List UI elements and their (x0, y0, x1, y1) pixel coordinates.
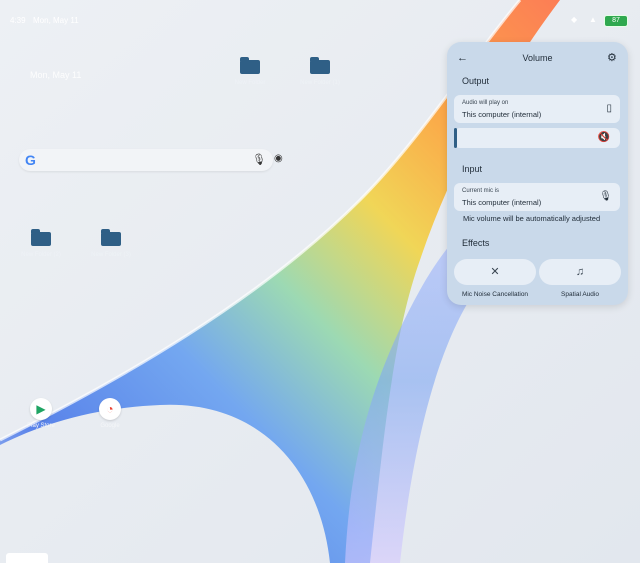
output-caption: Audio will play on (462, 100, 509, 106)
mic-note: Mic volume will be automatically adjuste… (463, 214, 601, 223)
search-bar[interactable]: G 🎙 ◉ (19, 149, 283, 171)
lens-icon[interactable]: ◉ (274, 153, 283, 164)
folder-icon (240, 57, 260, 74)
mic-icon: 🎙 (599, 191, 612, 202)
input-caption: Current mic is (462, 188, 500, 194)
desktop-folder[interactable]: New Folder (3) (76, 229, 146, 258)
spatial-audio-label: Spatial Audio (561, 291, 599, 298)
spatial-audio-icon: ♫ (575, 266, 585, 278)
app-label: Play Store (27, 423, 55, 429)
input-device-card[interactable]: Current mic is This computer (internal) … (454, 183, 620, 211)
folder-icon (31, 229, 51, 246)
slider-thumb[interactable] (454, 128, 457, 148)
folder-icon (310, 57, 330, 74)
output-device: This computer (internal) (462, 110, 542, 119)
folder-label: New Folder (1) (300, 80, 340, 86)
app-google-folder[interactable]: ◔ Google (80, 398, 140, 429)
google-logo-icon: G (25, 152, 36, 168)
input-device: This computer (internal) (462, 198, 542, 207)
desktop-folder[interactable]: New Folder (215, 57, 285, 86)
volume-mute-icon[interactable]: 🔇 (598, 132, 610, 143)
status-time: 4:39 (10, 16, 26, 25)
signal-icon: ▲ (589, 15, 597, 24)
spatial-audio-toggle[interactable]: ♫ (539, 259, 621, 285)
noise-cancellation-toggle[interactable]: ✕ (454, 259, 536, 285)
effects-heading: Effects (462, 238, 490, 248)
status-bar: 4:39 Mon, May 11 ◆ ▲ 87 (0, 0, 640, 40)
play-store-icon: ▶ (30, 398, 52, 420)
mic-off-icon: ✕ (490, 266, 500, 278)
folder-label: New Folder (2) (21, 252, 61, 258)
gear-icon[interactable]: ⚙ (607, 51, 617, 64)
wifi-icon: ◆ (571, 15, 578, 24)
app-play-store[interactable]: ▶ Play Store (11, 398, 71, 429)
google-apps-icon: ◔ (99, 398, 121, 420)
volume-panel: ← Volume ⚙ Output Audio will play on Thi… (447, 42, 628, 305)
panel-title: Volume (522, 53, 553, 63)
noise-cancellation-label: Mic Noise Cancellation (461, 291, 529, 298)
output-device-card[interactable]: Audio will play on This computer (intern… (454, 95, 620, 123)
status-date: Mon, May 11 (33, 16, 79, 25)
input-heading: Input (462, 164, 483, 174)
app-label: Google (100, 423, 120, 429)
output-heading: Output (462, 76, 490, 86)
shelf-handle[interactable] (6, 553, 48, 563)
microphone-icon[interactable]: 🎙 (252, 153, 266, 166)
output-volume-slider[interactable]: 🔇 (454, 128, 620, 148)
desktop-folder[interactable]: New Folder (1) (285, 57, 355, 86)
device-icon: ▯ (606, 103, 612, 114)
desktop-folder[interactable]: New Folder (2) (6, 229, 76, 258)
folder-label: New Folder (3) (91, 252, 131, 258)
folder-icon (101, 229, 121, 246)
battery-indicator: 87 (604, 15, 628, 27)
folder-label: New Folder (234, 80, 266, 86)
desktop-date: Mon, May 11 (30, 70, 82, 80)
